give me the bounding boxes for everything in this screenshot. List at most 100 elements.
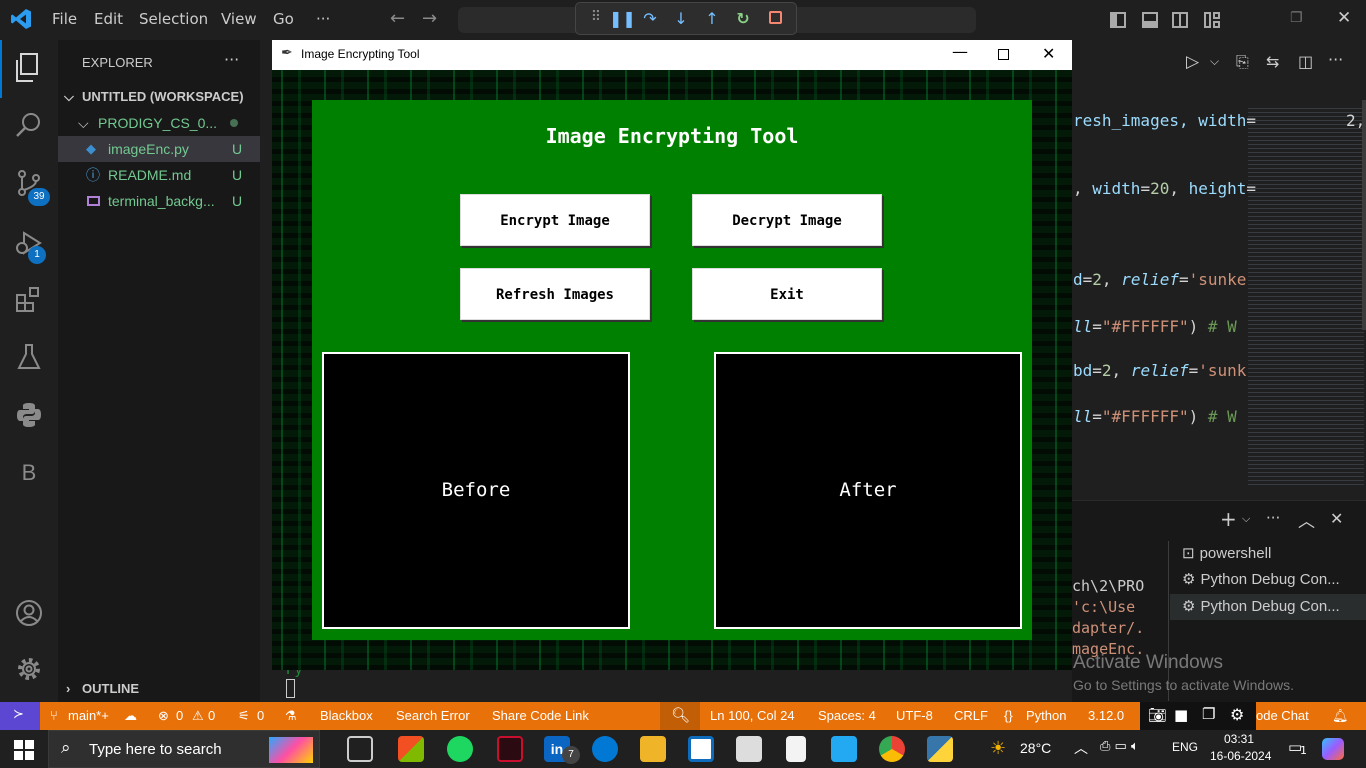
warning-count[interactable]: 0 — [208, 708, 215, 723]
python-taskbar-icon[interactable] — [927, 736, 953, 762]
sync-icon[interactable]: ☁ — [124, 708, 137, 724]
extensions-icon[interactable] — [12, 284, 46, 318]
maximize-icon[interactable] — [998, 49, 1009, 60]
file-explorer-icon[interactable] — [640, 736, 666, 762]
indentation[interactable]: Spaces: 4 — [818, 708, 876, 723]
panel-more-icon[interactable]: ··· — [1266, 509, 1280, 527]
video-icon[interactable]: ■ — [1174, 706, 1188, 724]
stop-icon[interactable] — [765, 9, 785, 28]
run-dropdown-icon[interactable]: ⌵ — [1210, 54, 1219, 69]
menu-edit[interactable]: Edit — [94, 10, 123, 28]
windows-start-icon[interactable] — [14, 740, 34, 760]
notepad-icon[interactable] — [786, 736, 806, 762]
editor-more-icon[interactable]: ··· — [1328, 50, 1343, 69]
task-view-icon[interactable] — [347, 736, 373, 762]
menu-view[interactable]: View — [221, 10, 257, 28]
valorant-icon[interactable] — [497, 736, 523, 762]
python-version[interactable]: 3.12.0 — [1088, 708, 1124, 723]
forward-arrow-icon[interactable]: → — [422, 8, 437, 29]
terminal-list-item[interactable]: ⊡ powershell — [1182, 544, 1271, 562]
step-over-icon[interactable]: ↷ — [640, 9, 660, 28]
toggle-panel-icon[interactable] — [1142, 12, 1158, 28]
encrypt-image-button[interactable]: Encrypt Image — [460, 194, 650, 246]
clock-date[interactable]: 16-06-2024 — [1210, 749, 1271, 763]
menu-more[interactable]: ··· — [316, 10, 330, 28]
close-window-icon[interactable]: ✕ — [1337, 8, 1351, 28]
code-chat-label[interactable]: ode Chat — [1256, 708, 1309, 723]
new-terminal-icon[interactable]: + — [1220, 507, 1237, 531]
maximize-panel-icon[interactable]: ︿ — [1298, 507, 1315, 532]
share-code-link[interactable]: Share Code Link — [492, 708, 589, 723]
toggle-secondary-sidebar-icon[interactable] — [1172, 12, 1188, 28]
news-icon[interactable] — [688, 736, 714, 762]
customize-layout-icon[interactable] — [1204, 12, 1220, 28]
scrollbar[interactable] — [1362, 100, 1366, 330]
tray-chevron-icon[interactable]: ︿ — [1074, 738, 1088, 758]
minimize-icon[interactable]: — — [952, 42, 968, 61]
minimap[interactable] — [1248, 108, 1364, 488]
language-indicator[interactable]: ENG — [1172, 740, 1198, 754]
remote-indicator[interactable]: ≻ — [0, 702, 40, 730]
explorer-more-icon[interactable]: ··· — [224, 50, 239, 69]
app-icon[interactable] — [592, 736, 618, 762]
source-control-icon[interactable]: 39 — [12, 168, 50, 206]
vscode-taskbar-icon[interactable] — [831, 736, 857, 762]
spotify-icon[interactable] — [447, 736, 473, 762]
tray-icons[interactable]: ⎙ ▭ 🔈︎ — [1100, 739, 1139, 754]
ports-count[interactable]: 0 — [257, 708, 264, 723]
gear-icon[interactable]: ⚙ — [1230, 705, 1244, 724]
camera-icon[interactable]: 📷︎ — [1148, 706, 1167, 724]
branch-label[interactable]: main*+ — [68, 708, 109, 723]
notifications-bell-icon[interactable]: 🔔︎ — [1332, 708, 1349, 724]
error-count[interactable]: 0 — [176, 708, 183, 723]
close-panel-icon[interactable]: ✕ — [1330, 509, 1343, 528]
terminal-list-item[interactable]: ⚙ Python Debug Con... — [1182, 597, 1340, 615]
window-icon[interactable]: ❐ — [1202, 705, 1215, 723]
terminal-dropdown-icon[interactable]: ⌵ — [1242, 512, 1250, 526]
workspace-row[interactable]: ⌵ UNTITLED (WORKSPACE) — [58, 84, 260, 110]
clock-time[interactable]: 03:31 — [1224, 732, 1254, 746]
exit-button[interactable]: Exit — [692, 268, 882, 320]
step-into-icon[interactable]: ↓ — [671, 9, 691, 28]
line-ending[interactable]: CRLF — [954, 708, 988, 723]
chrome-icon[interactable] — [879, 736, 905, 762]
blackbox-b-icon[interactable]: B — [12, 460, 46, 494]
file-row[interactable]: terminal_backg... U — [58, 188, 260, 214]
split-editor-icon[interactable]: ◫ — [1298, 52, 1313, 71]
close-icon[interactable]: ✕ — [1042, 44, 1055, 63]
search-error-label[interactable]: Search Error — [396, 708, 470, 723]
folder-row[interactable]: ⌵ PRODIGY_CS_0... — [58, 110, 260, 136]
compare-icon[interactable]: ⇆ — [1266, 52, 1279, 71]
encoding[interactable]: UTF-8 — [896, 708, 933, 723]
step-out-icon[interactable]: ↑ — [702, 9, 722, 28]
decrypt-image-button[interactable]: Decrypt Image — [692, 194, 882, 246]
menu-go[interactable]: Go — [273, 10, 294, 28]
run-debug-icon[interactable]: 1 — [12, 228, 46, 264]
python-icon[interactable] — [12, 400, 46, 434]
toggle-sidebar-icon[interactable] — [1110, 12, 1126, 28]
outline-row[interactable]: › OUTLINE — [58, 676, 260, 702]
zoom-area[interactable]: 🔍︎ — [660, 702, 700, 730]
copilot-icon[interactable] — [1322, 738, 1344, 760]
cursor-position[interactable]: Ln 100, Col 24 — [710, 708, 795, 723]
run-play-icon[interactable]: ▷ — [1186, 52, 1199, 72]
menu-selection[interactable]: Selection — [139, 10, 208, 28]
terminal-list-item[interactable]: ⚙ Python Debug Con... — [1182, 570, 1340, 588]
restore-window-icon[interactable]: ❐ — [1290, 10, 1303, 26]
weather-temp[interactable]: 28°C — [1020, 740, 1051, 756]
file-row[interactable]: ◆ imageEnc.py U — [58, 136, 260, 162]
menu-file[interactable]: File — [52, 10, 77, 28]
settings-gear-icon[interactable] — [12, 654, 46, 688]
open-changes-icon[interactable]: ⎘ — [1236, 52, 1249, 72]
language-mode[interactable]: Python — [1026, 708, 1066, 723]
photos-icon[interactable] — [736, 736, 762, 762]
drag-grip-icon[interactable]: ⠿ — [586, 9, 606, 25]
restart-icon[interactable]: ↻ — [733, 9, 753, 28]
search-icon[interactable] — [12, 110, 46, 144]
store-icon[interactable] — [398, 736, 424, 762]
pause-icon[interactable]: ❚❚ — [609, 9, 636, 28]
taskbar-search-box[interactable]: ⌕ Type here to search — [48, 730, 320, 768]
file-row[interactable]: ⓘ README.md U — [58, 162, 260, 188]
testing-flask-icon[interactable] — [12, 342, 46, 376]
back-arrow-icon[interactable]: ← — [390, 8, 405, 29]
